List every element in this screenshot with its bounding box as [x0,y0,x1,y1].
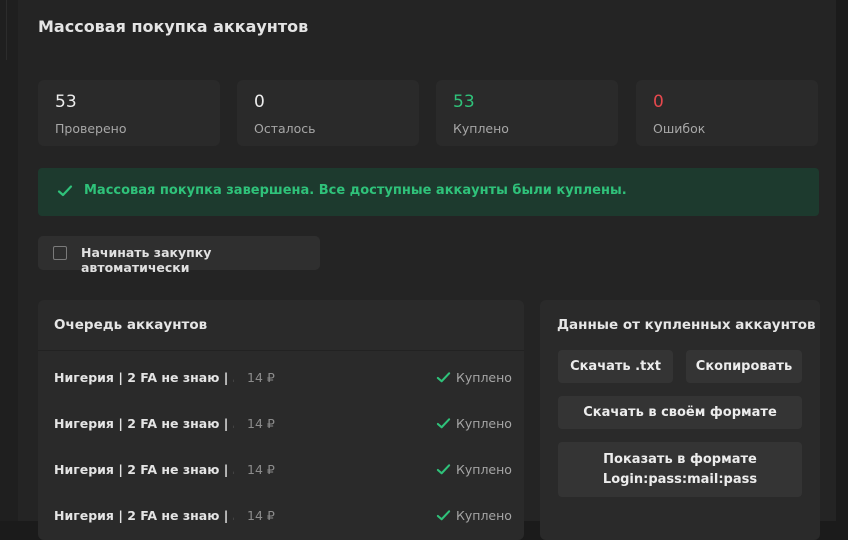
account-price: 14 ₽ [247,370,275,385]
show-format-line2: Login:pass:mail:pass [602,471,758,487]
show-format-line1: Показать в формате [603,451,757,467]
check-icon [436,418,451,429]
stat-bought: 53 Куплено [436,80,618,146]
check-icon [436,372,451,383]
mass-purchase-panel: Массовая покупка аккаунтов 53 Проверено … [18,0,836,540]
stat-remaining: 0 Осталось [237,80,419,146]
account-queue: Очередь аккаунтов Нигерия | 2 FA не знаю… [38,300,524,540]
copy-button[interactable]: Скопировать [686,350,802,383]
table-row: Нигерия | 2 FA не знаю | ... 14 ₽ Куплен… [38,494,524,540]
account-name: Нигерия | 2 FA не знаю | ... [54,416,234,431]
status-label: Куплено [456,416,512,431]
stat-value: 0 [653,92,664,112]
queue-title: Очередь аккаунтов [54,317,208,333]
stat-checked: 53 Проверено [38,80,220,146]
stat-label: Ошибок [653,121,706,136]
success-message: Массовая покупка завершена. Все доступны… [84,183,627,198]
success-alert: Массовая покупка завершена. Все доступны… [38,168,819,216]
queue-header: Очередь аккаунтов [38,300,524,351]
purchased-title: Данные от купленных аккаунтов [557,317,816,333]
stat-label: Осталось [254,121,316,136]
stat-value: 53 [55,92,77,112]
auto-buy-checkbox[interactable]: Начинать закупку автоматически [38,236,320,275]
stat-value: 53 [453,92,475,112]
check-icon [57,185,73,197]
download-txt-button[interactable]: Скачать .txt [558,350,673,383]
table-row: Нигерия | 2 FA не знаю | ... 14 ₽ Куплен… [38,402,524,448]
account-price: 14 ₽ [247,462,275,477]
left-edge [0,0,18,521]
status-label: Куплено [456,370,512,385]
table-row: Нигерия | 2 FA не знаю | ... 14 ₽ Куплен… [38,356,524,402]
stat-value: 0 [254,92,265,112]
account-price: 14 ₽ [247,416,275,431]
table-row: Нигерия | 2 FA не знаю | ... 14 ₽ Куплен… [38,448,524,494]
stat-errors: 0 Ошибок [636,80,818,146]
stat-label: Проверено [55,121,127,136]
status-label: Куплено [456,462,512,477]
download-custom-format-button[interactable]: Скачать в своём формате [558,396,802,429]
check-icon [436,464,451,475]
account-name: Нигерия | 2 FA не знаю | ... [54,462,234,477]
account-name: Нигерия | 2 FA не знаю | ... [54,370,234,385]
page-title: Массовая покупка аккаунтов [38,17,309,36]
purchased-data-panel: Данные от купленных аккаунтов Скачать .t… [540,300,820,540]
auto-buy-label: Начинать закупку автоматически [81,245,212,275]
show-login-format-button[interactable]: Показать в формате Login:pass:mail:pass [558,442,802,497]
checkbox-box[interactable] [53,246,67,260]
stat-label: Куплено [453,121,509,136]
